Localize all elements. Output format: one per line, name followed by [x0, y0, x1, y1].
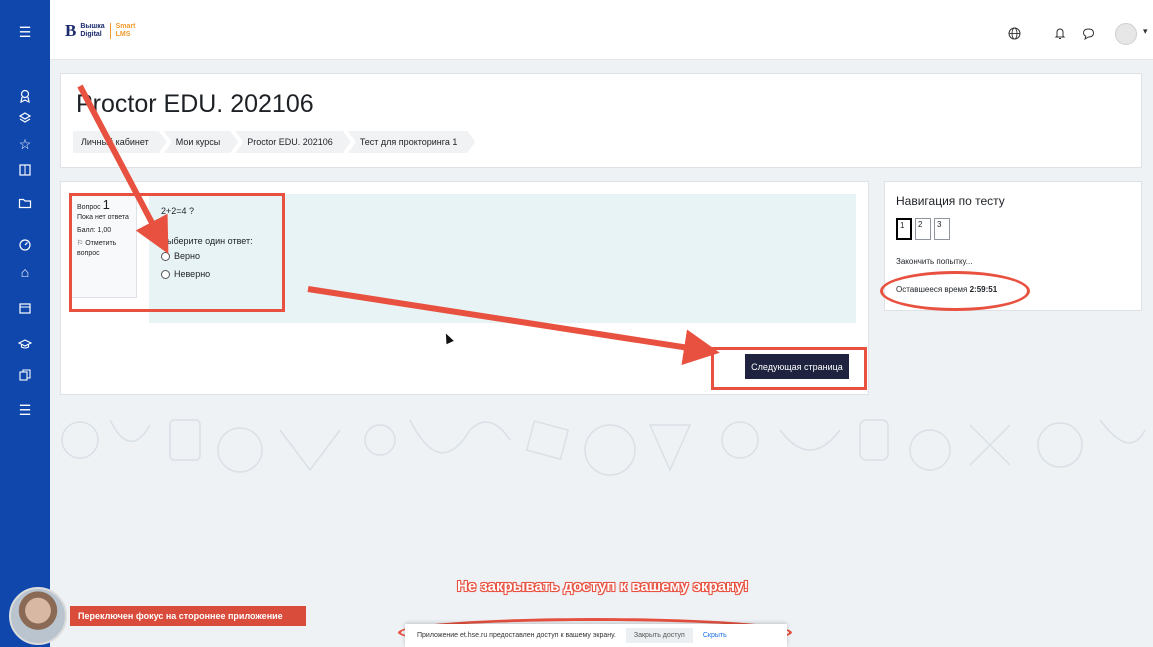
screen-share-bar: Приложение et.hse.ru предоставлен доступ… [405, 624, 787, 647]
logo-lms: LMS [115, 30, 131, 38]
navigation-pages: 1 2 3 [896, 218, 950, 240]
chevron-down-icon[interactable]: ▾ [1143, 26, 1148, 37]
nav-page-3[interactable]: 3 [934, 218, 950, 240]
list-icon[interactable]: ☰ [13, 399, 37, 421]
logo-line1: Вышка [80, 22, 105, 30]
badge-icon[interactable] [13, 85, 37, 107]
webcam-preview [9, 587, 67, 645]
logo-separator [109, 22, 111, 39]
breadcrumb-quiz[interactable]: Тест для прокторинга 1 [348, 131, 476, 153]
calendar-icon[interactable] [13, 297, 37, 319]
user-avatar[interactable] [1115, 23, 1137, 45]
star-icon[interactable]: ☆ [13, 133, 37, 155]
annotation-box-next [711, 347, 867, 390]
screen-share-warning: Не закрывать доступ к вашему экрану! [457, 578, 749, 595]
menu-icon[interactable]: ☰ [13, 21, 37, 43]
share-status-text: Приложение et.hse.ru предоставлен доступ… [417, 632, 616, 639]
home-icon[interactable]: ⌂ [13, 261, 37, 283]
bell-icon[interactable] [1052, 25, 1068, 41]
doodle-background [61, 419, 1146, 476]
chat-icon[interactable] [1080, 25, 1096, 41]
breadcrumb-my-courses[interactable]: Мои курсы [164, 131, 239, 153]
folder-icon[interactable] [13, 192, 37, 214]
site-logo[interactable]: B Вышка Digital Smart LMS [65, 22, 135, 39]
page-title: Proctor EDU. 202106 [76, 90, 314, 118]
nav-page-1[interactable]: 1 [896, 218, 912, 240]
graduation-icon[interactable] [13, 333, 37, 355]
logo-line2: Digital [80, 30, 102, 38]
copy-icon[interactable] [13, 364, 37, 386]
breadcrumb-dashboard[interactable]: Личный кабинет [73, 131, 167, 153]
logo-smart: Smart [115, 22, 136, 30]
dashboard-icon[interactable] [13, 234, 37, 256]
left-sidebar: ☰ ☆ ⌂ ☰ [0, 0, 50, 647]
annotation-oval-timer [880, 271, 1030, 311]
book-icon[interactable] [13, 159, 37, 181]
layers-icon[interactable] [13, 107, 37, 129]
logo-mark: B [65, 21, 77, 40]
globe-icon[interactable] [1006, 25, 1022, 41]
annotation-box-question [69, 193, 285, 312]
navigation-title: Навигация по тесту [896, 194, 1005, 208]
stop-sharing-button[interactable]: Закрыть доступ [625, 628, 693, 643]
page-header: Proctor EDU. 202106 Личный кабинет Мои к… [60, 73, 1142, 168]
focus-warning-label: Переключен фокус на стороннее приложение [70, 606, 306, 626]
finish-attempt-link[interactable]: Закончить попытку... [896, 257, 972, 266]
breadcrumb-course[interactable]: Proctor EDU. 202106 [235, 131, 351, 153]
nav-page-2[interactable]: 2 [915, 218, 931, 240]
top-navbar: B Вышка Digital Smart LMS ▾ [50, 0, 1153, 60]
breadcrumb: Личный кабинет Мои курсы Proctor EDU. 20… [73, 131, 472, 153]
hide-share-bar-button[interactable]: Скрыть [703, 632, 727, 639]
